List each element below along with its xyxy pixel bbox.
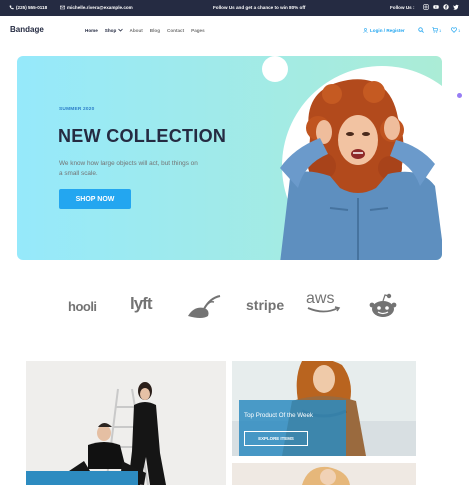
cart-button[interactable]: 1	[432, 27, 441, 33]
mail-icon	[60, 5, 65, 10]
chevron-down-icon	[117, 28, 123, 32]
brand-logo[interactable]: Bandage	[10, 25, 44, 34]
product-tile-overlay: Top Product Of the Week EXPLORE ITEMS	[239, 400, 346, 456]
email-address: michelle.rivera@example.com	[67, 5, 133, 10]
secondary-product-image	[232, 463, 416, 485]
email-contact[interactable]: michelle.rivera@example.com	[60, 5, 133, 10]
heart-icon	[451, 27, 457, 33]
hero-model-image	[280, 79, 442, 260]
nav-item-home[interactable]: Home	[85, 28, 98, 33]
nav-menu: Home Shop About Blog Contact Pages	[85, 28, 205, 33]
explore-items-button[interactable]: EXPLORE ITEMS	[244, 431, 308, 446]
hero-banner: SUMMER 2020 NEW COLLECTION We know how l…	[17, 56, 442, 260]
nav-item-about[interactable]: About	[130, 28, 143, 33]
brand-logos: hooli lyft stripe aws	[0, 290, 469, 324]
nav-item-contact[interactable]: Contact	[167, 28, 184, 33]
youtube-icon[interactable]	[433, 4, 439, 10]
hooli-logo: hooli	[68, 299, 97, 314]
featured-product-large[interactable]	[26, 361, 226, 485]
cart-count: 1	[439, 27, 442, 33]
reddit-logo	[369, 293, 397, 317]
nav-item-blog[interactable]: Blog	[150, 28, 160, 33]
leaf-brand-logo	[188, 295, 221, 318]
promo-text: Follow Us and get a chance to win 80% of…	[213, 5, 306, 10]
main-navbar: Bandage Home Shop About Blog Contact Pag…	[0, 16, 469, 46]
stripe-logo: stripe	[246, 297, 285, 313]
phone-number: (225) 555-0118	[16, 5, 48, 10]
search-button[interactable]	[418, 27, 424, 33]
shop-now-button[interactable]: SHOP NOW	[59, 189, 131, 209]
login-register-link[interactable]: Login / Register	[363, 28, 405, 33]
nav-item-shop[interactable]: Shop	[105, 28, 123, 33]
hero-subtitle: We know how large objects will act, but …	[59, 160, 198, 177]
product-of-week-card[interactable]: Top Product Of the Week EXPLORE ITEMS	[232, 361, 416, 456]
user-icon	[363, 28, 368, 33]
hero-title: NEW COLLECTION	[58, 126, 227, 146]
nav-item-pages[interactable]: Pages	[191, 28, 205, 33]
follow-label: Follow Us :	[390, 5, 415, 10]
login-label: Login / Register	[370, 28, 405, 33]
wishlist-count: 1	[458, 27, 461, 33]
aws-logo: aws	[306, 290, 342, 314]
phone-icon	[9, 5, 14, 10]
twitter-icon[interactable]	[453, 4, 459, 10]
social-links	[423, 4, 459, 10]
top-bar: (225) 555-0118 michelle.rivera@example.c…	[0, 0, 469, 16]
search-icon	[418, 27, 424, 33]
ladder-models-image	[26, 361, 226, 485]
decor-dot-purple	[457, 93, 462, 98]
nav-item-shop-label: Shop	[104, 28, 117, 33]
tile-title: Top Product Of the Week	[244, 412, 314, 419]
instagram-icon[interactable]	[423, 4, 429, 10]
hero-overline: SUMMER 2020	[59, 107, 95, 112]
phone-contact[interactable]: (225) 555-0118	[9, 5, 47, 10]
cart-icon	[432, 27, 438, 33]
facebook-icon[interactable]	[443, 4, 449, 10]
decor-dot-white	[451, 137, 460, 146]
secondary-product-card[interactable]	[232, 463, 416, 485]
wishlist-button[interactable]: 1	[451, 27, 460, 33]
lyft-logo: lyft	[130, 294, 152, 313]
